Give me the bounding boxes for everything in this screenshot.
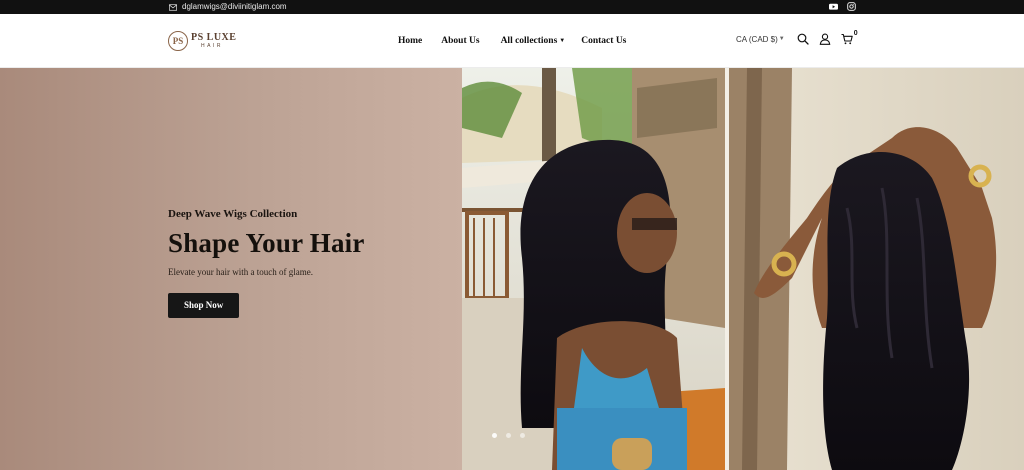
hero-slider: Deep Wave Wigs Collection Shape Your Hai… [0,68,1024,470]
cart-button[interactable]: 0 [841,30,858,45]
cart-count: 0 [853,30,858,37]
instagram-icon[interactable] [847,2,856,11]
nav-home[interactable]: Home [398,36,422,46]
social-links [829,2,856,11]
cart-icon [841,33,853,45]
hero-headline: Shape Your Hair [168,228,365,258]
logo-brand: PS LUXE [191,32,237,43]
hero-content: Deep Wave Wigs Collection Shape Your Hai… [168,208,448,319]
slider-dots [492,433,525,438]
currency-label: CA (CAD $) [736,34,778,44]
nav-collections-label: All collections [500,36,558,46]
mail-icon [169,3,177,11]
hero-tagline: Elevate your hair with a touch of glame. [168,267,313,278]
email-text: dglamwigs@diviinitiglam.com [182,2,287,11]
header-actions: CA (CAD $) ▼ 0 [736,30,858,45]
chevron-down-icon: ▼ [778,36,785,42]
nav-contact-us[interactable]: Contact Us [581,36,626,46]
hero-text-panel: Deep Wave Wigs Collection Shape Your Hai… [0,68,462,470]
account-icon[interactable] [819,33,831,45]
nav-about-us[interactable]: About Us [441,36,479,46]
announcement-bar: dglamwigs@diviinitiglam.com [0,0,1024,14]
slider-dot-1[interactable] [492,433,497,438]
youtube-icon[interactable] [829,2,838,11]
nav-contact-label: Contact Us [581,36,627,46]
search-icon[interactable] [797,33,809,45]
slider-dot-2[interactable] [506,433,511,438]
nav-home-label: Home [398,36,423,46]
nav-about-label: About Us [441,36,480,46]
hero-kicker: Deep Wave Wigs Collection [168,208,298,220]
main-nav: Home About Us All collections ▼ Contact U… [398,36,626,46]
shop-now-button[interactable]: Shop Now [168,293,240,319]
chevron-down-icon: ▼ [559,38,566,44]
site-logo[interactable]: PS PS LUXE HAIR [168,31,236,51]
nav-all-collections[interactable]: All collections ▼ [501,36,566,46]
slider-dot-3[interactable] [520,433,525,438]
logo-mark: PS [168,31,188,51]
site-header: PS PS LUXE HAIR Home About Us All collec… [0,14,1024,68]
contact-email[interactable]: dglamwigs@diviinitiglam.com [169,1,287,13]
logo-sub: HAIR [201,43,223,49]
currency-selector[interactable]: CA (CAD $) ▼ [736,35,785,44]
hero-image [462,68,1024,470]
